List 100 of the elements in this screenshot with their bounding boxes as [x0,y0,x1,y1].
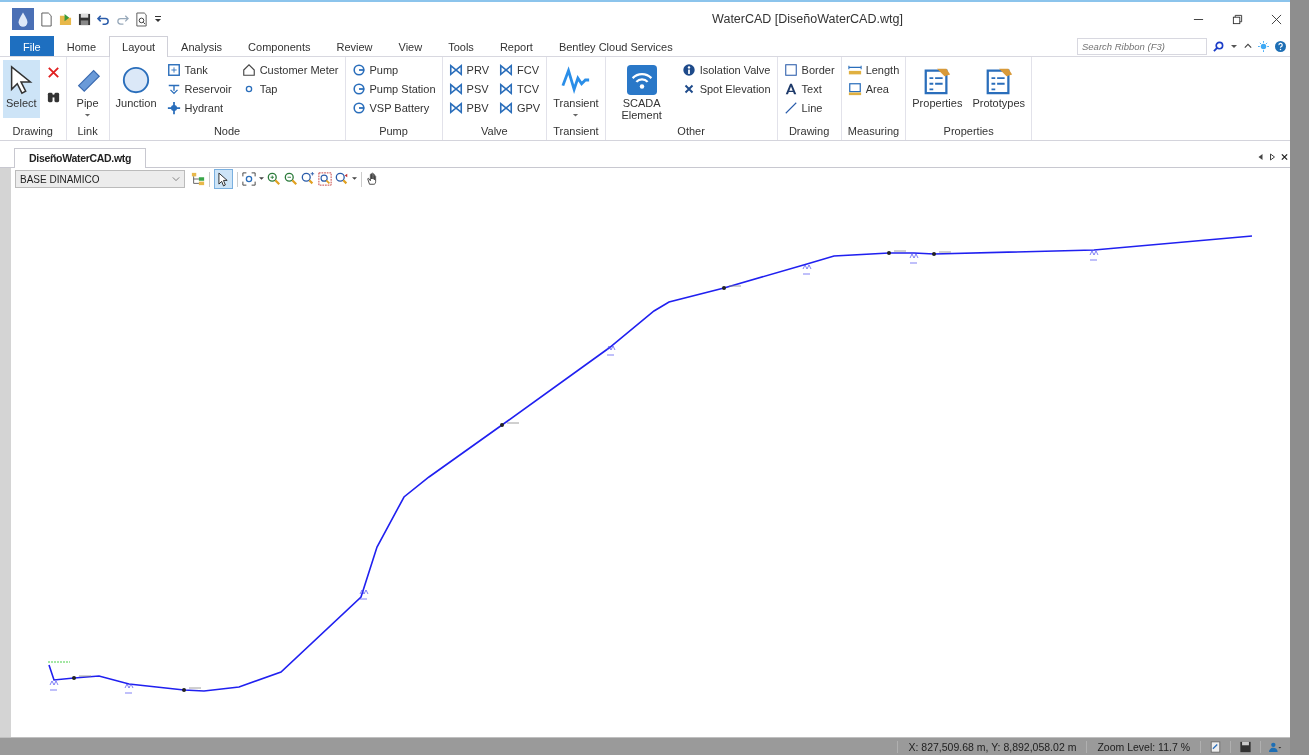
ribbon-button[interactable]: Junction [112,60,160,118]
ribbon-tab[interactable]: Review [323,36,386,56]
info-icon [681,62,696,77]
ribbon-tab[interactable]: Home [53,36,110,56]
lightbulb-icon[interactable] [1258,40,1269,52]
ribbon-tab[interactable]: Components [235,36,324,56]
ribbon-button[interactable]: Pump [348,60,439,79]
hydrant-icon [166,100,181,115]
ribbon-button[interactable]: FCV [495,60,544,79]
ribbon-button[interactable]: Area [844,79,903,98]
caret-icon[interactable] [1230,42,1238,50]
group-label: Properties [942,125,995,139]
ribbon-tab[interactable]: View [385,36,436,56]
zoom-in-icon[interactable] [267,172,281,186]
group-label: Link [76,125,99,139]
customize-caret-icon[interactable] [154,14,162,24]
pump-icon [351,81,366,96]
close-icon[interactable] [1281,153,1288,161]
valve-icon [448,100,463,115]
zoom-out-icon[interactable] [284,172,298,186]
new-file-icon[interactable] [40,11,53,27]
group-label: Drawing [11,125,54,139]
chevron-down-icon [172,176,180,182]
help-icon[interactable] [1275,40,1286,52]
zoom-window-icon[interactable] [301,172,315,186]
caret-icon[interactable] [259,177,264,181]
ribbon-button[interactable]: VSP Battery [348,98,439,117]
ribbon-button[interactable]: Isolation Valve [678,60,774,79]
group-label: Measuring [846,125,901,139]
ribbon-button[interactable]: Pipe [69,60,106,118]
group-label: Drawing [787,125,831,139]
restore-icon[interactable] [1232,13,1243,25]
ribbon-button[interactable]: Pump Station [348,79,439,98]
scroll-right-icon[interactable] [1269,153,1276,161]
layer-dropdown[interactable]: BASE DINAMICO [15,170,185,188]
circle-icon [121,65,152,95]
wave-icon [560,65,591,95]
group-label: Node [212,125,242,139]
zoom-level-readout: Zoom Level: 11.7 % [1086,740,1200,753]
wifi-icon [626,65,657,95]
ribbon-button[interactable]: TCV [495,79,544,98]
ribbon-button[interactable]: GPV [495,98,544,117]
valve-icon [498,81,513,96]
app-logo-icon [12,8,34,30]
valve-icon [498,100,513,115]
ribbon-tab[interactable]: Tools [435,36,487,56]
ribbon-tab[interactable]: Bentley Cloud Services [545,36,686,56]
ribbon-tab[interactable]: Layout [109,36,169,57]
delete-icon [45,65,61,80]
text-icon [783,81,798,96]
group-label: Pump [378,125,409,139]
file-menu-button[interactable]: File [10,36,54,56]
ribbon-button[interactable]: Properties [909,60,966,118]
ribbon-button[interactable]: Hydrant [163,98,235,117]
ribbon-button[interactable]: PRV [445,60,492,79]
ribbon-button[interactable]: Tap [238,79,342,98]
ribbon-button[interactable]: Transient [550,60,602,118]
ribbon-button[interactable]: Reservoir [163,79,235,98]
house-icon [241,62,256,77]
select-tool-button[interactable] [214,169,233,189]
ribbon-button[interactable]: PSV [445,79,492,98]
close-icon[interactable] [1271,13,1282,25]
zoom-selection-icon[interactable] [318,172,332,186]
tree-icon[interactable] [191,172,205,186]
tank-icon [166,62,181,77]
ribbon-tab[interactable]: Analysis [168,36,236,56]
area-icon [847,81,862,96]
print-preview-icon[interactable] [135,11,148,27]
search-field[interactable]: Search Ribbon (F3) [1077,37,1207,55]
save-icon[interactable] [78,11,91,27]
caret-icon [572,112,580,117]
ribbon-button[interactable]: PBV [445,98,492,117]
window-title: WaterCAD [DiseñoWaterCAD.wtg] [711,12,904,26]
ribbon-button[interactable]: Line [780,98,838,117]
ribbon-button[interactable]: Tank [163,60,235,79]
document-tab[interactable]: DiseñoWaterCAD.wtg [14,148,147,168]
valve-icon [448,81,463,96]
valve-icon [498,62,513,77]
ribbon-button[interactable]: SCADA Element [608,60,675,118]
caret-icon[interactable] [352,177,357,181]
ribbon-button[interactable]: Border [780,60,838,79]
collapse-ribbon-icon[interactable] [1244,42,1252,50]
zoom-previous-icon[interactable] [335,172,349,186]
ribbon-button[interactable]: Prototypes [969,60,1028,118]
ribbon-button[interactable]: Length [844,60,903,79]
ribbon-button[interactable]: Customer Meter [238,60,342,79]
pump-icon [351,100,366,115]
group-label: Transient [552,125,600,139]
ribbon-button[interactable]: Text [780,79,838,98]
ribbon-button[interactable]: Spot Elevation [678,79,774,98]
valve-icon [448,62,463,77]
zoom-extents-icon[interactable] [242,172,256,186]
ribbon-button[interactable]: Select [3,60,40,118]
ribbon-tab[interactable]: Report [486,36,546,56]
search-icon[interactable] [1213,40,1224,52]
square-icon [783,62,798,77]
caret-icon [84,112,92,117]
group-label: Other [676,125,706,139]
scroll-left-icon[interactable] [1257,153,1264,161]
line-icon [783,100,798,115]
